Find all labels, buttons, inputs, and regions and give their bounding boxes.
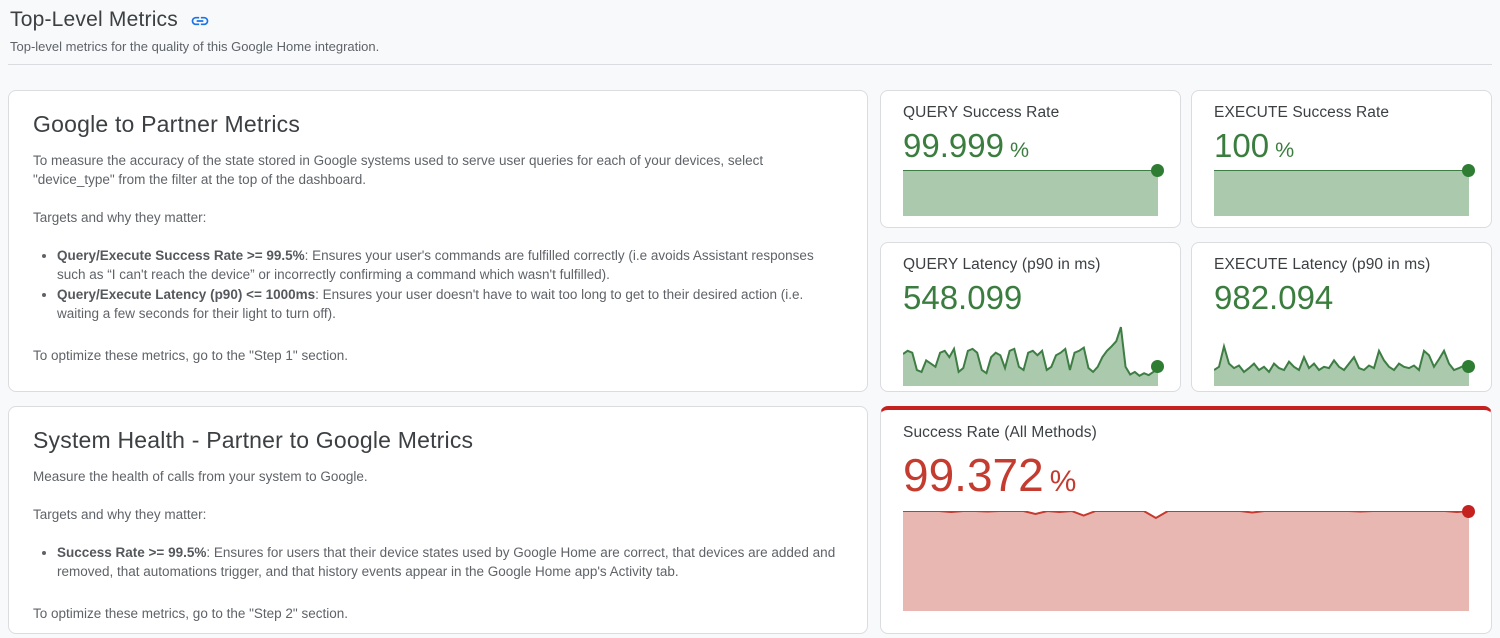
target-bold: Success Rate >= 99.5% bbox=[57, 545, 206, 560]
tile-execute-latency[interactable]: EXECUTE Latency (p90 in ms) 982.094 bbox=[1191, 242, 1492, 392]
sparkline-endpoint-dot bbox=[1462, 360, 1475, 373]
targets-label: Targets and why they matter: bbox=[33, 505, 843, 524]
sparkline-chart bbox=[1214, 322, 1469, 386]
tile-value-number: 100 bbox=[1214, 127, 1269, 164]
card-google-to-partner-metrics: Google to Partner Metrics To measure the… bbox=[8, 90, 868, 392]
target-bold: Query/Execute Success Rate >= 99.5% bbox=[57, 248, 305, 263]
card-intro: Measure the health of calls from your sy… bbox=[33, 467, 843, 486]
tile-success-rate-all-methods[interactable]: Success Rate (All Methods) 99.372% bbox=[880, 406, 1492, 634]
tile-value: 99.372% bbox=[903, 446, 1469, 511]
target-list: Success Rate >= 99.5%: Ensures for users… bbox=[33, 543, 843, 581]
sparkline-chart bbox=[903, 322, 1158, 386]
tile-value-number: 99.372 bbox=[903, 449, 1044, 501]
sparkline-endpoint-dot bbox=[1151, 164, 1164, 177]
sparkline-chart bbox=[903, 170, 1158, 216]
link-icon[interactable] bbox=[190, 11, 210, 31]
tile-title: QUERY Success Rate bbox=[903, 104, 1158, 122]
tile-title: EXECUTE Success Rate bbox=[1214, 104, 1469, 122]
sparkline-chart bbox=[1214, 170, 1469, 216]
sparkline-endpoint-dot bbox=[1462, 505, 1475, 518]
card-footer-note: To optimize these metrics, go to the "St… bbox=[33, 346, 843, 365]
page-subtitle: Top-level metrics for the quality of thi… bbox=[10, 39, 1490, 54]
sparkline-endpoint-dot bbox=[1151, 360, 1164, 373]
target-bold: Query/Execute Latency (p90) <= 1000ms bbox=[57, 287, 315, 302]
tile-value-unit: % bbox=[1275, 138, 1294, 162]
sparkline-endpoint-dot bbox=[1462, 164, 1475, 177]
tile-execute-success-rate[interactable]: EXECUTE Success Rate 100% bbox=[1191, 90, 1492, 228]
tile-query-latency[interactable]: QUERY Latency (p90 in ms) 548.099 bbox=[880, 242, 1181, 392]
card-title: System Health - Partner to Google Metric… bbox=[33, 427, 843, 454]
target-item: Query/Execute Success Rate >= 99.5%: Ens… bbox=[57, 246, 843, 284]
tile-value: 99.999% bbox=[903, 126, 1158, 170]
target-item: Query/Execute Latency (p90) <= 1000ms: E… bbox=[57, 285, 843, 323]
tile-title: QUERY Latency (p90 in ms) bbox=[903, 256, 1158, 274]
metrics-content: Google to Partner Metrics To measure the… bbox=[0, 90, 1500, 634]
tile-value-number: 548.099 bbox=[903, 279, 1022, 316]
tile-value: 100% bbox=[1214, 126, 1469, 170]
card-footer-note: To optimize these metrics, go to the "St… bbox=[33, 604, 843, 623]
tile-value-number: 99.999 bbox=[903, 127, 1004, 164]
title-row: Top-Level Metrics bbox=[10, 6, 1490, 34]
header-divider bbox=[8, 64, 1492, 65]
tile-title: EXECUTE Latency (p90 in ms) bbox=[1214, 256, 1469, 274]
sparkline-chart bbox=[903, 511, 1469, 611]
card-system-health-metrics: System Health - Partner to Google Metric… bbox=[8, 406, 868, 634]
tile-value: 548.099 bbox=[903, 278, 1158, 322]
page-title: Top-Level Metrics bbox=[10, 8, 178, 32]
target-list: Query/Execute Success Rate >= 99.5%: Ens… bbox=[33, 246, 843, 323]
tile-title: Success Rate (All Methods) bbox=[903, 424, 1469, 442]
card-title: Google to Partner Metrics bbox=[33, 111, 843, 138]
metric-tiles-grid: QUERY Success Rate 99.999% EXECUTE Succe… bbox=[880, 90, 1492, 392]
tile-query-success-rate[interactable]: QUERY Success Rate 99.999% bbox=[880, 90, 1181, 228]
tile-value-unit: % bbox=[1050, 465, 1077, 498]
tile-value-unit: % bbox=[1010, 138, 1029, 162]
tile-value-number: 982.094 bbox=[1214, 279, 1333, 316]
targets-label: Targets and why they matter: bbox=[33, 208, 843, 227]
tile-value: 982.094 bbox=[1214, 278, 1469, 322]
page-header: Top-Level Metrics Top-level metrics for … bbox=[0, 0, 1500, 54]
target-item: Success Rate >= 99.5%: Ensures for users… bbox=[57, 543, 843, 581]
card-intro: To measure the accuracy of the state sto… bbox=[33, 151, 843, 189]
